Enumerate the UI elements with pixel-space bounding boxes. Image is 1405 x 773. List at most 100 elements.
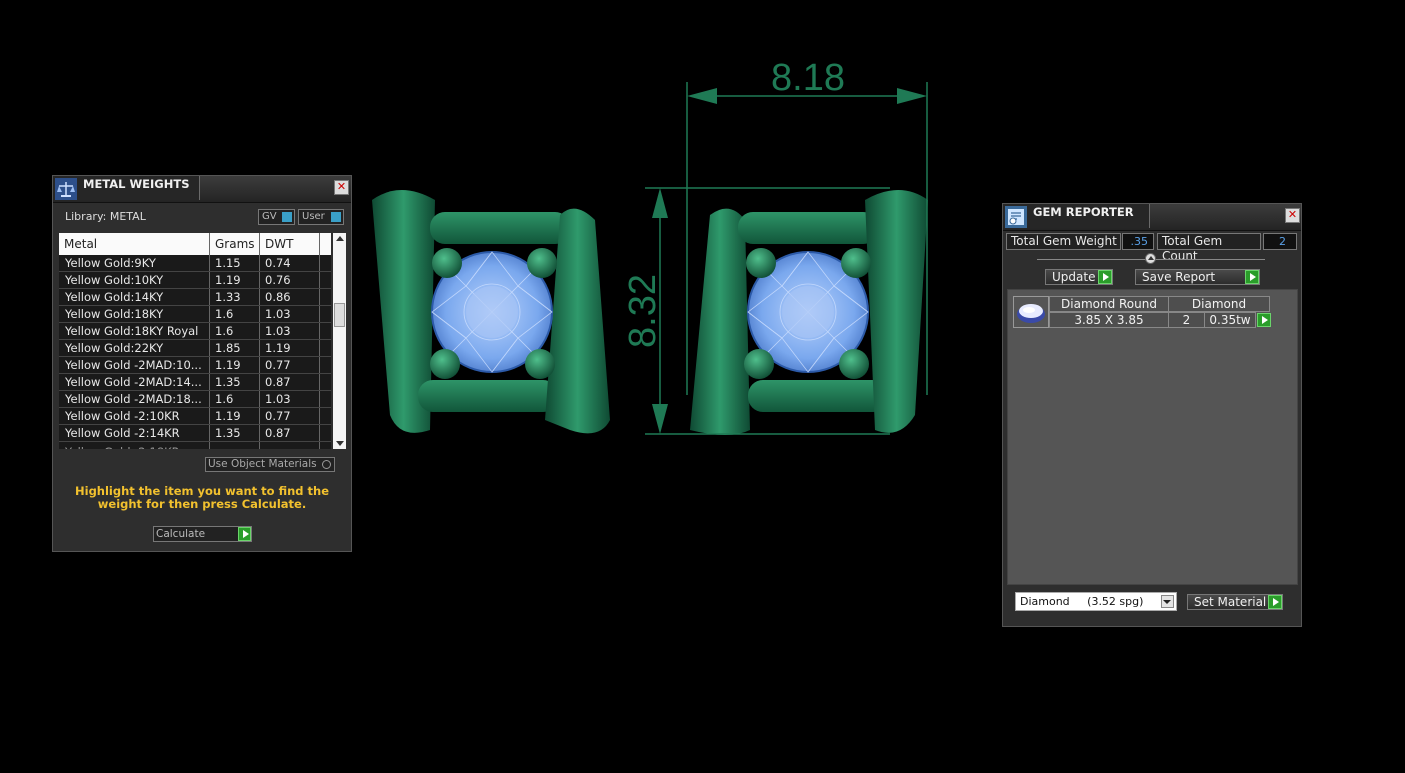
gem-row-play-icon[interactable]	[1257, 313, 1271, 327]
cell-grams: 1.19	[215, 273, 241, 287]
gem-weight-cell[interactable]: 0.35tw	[1204, 312, 1256, 328]
hint-text: Highlight the item you want to find the …	[75, 484, 329, 511]
table-row[interactable]: Yellow Gold -2:10KR 1.19 0.77	[59, 408, 331, 425]
table-row[interactable]: Yellow Gold:18KY 1.6 1.03	[59, 306, 331, 323]
metal-weights-panel: METAL WEIGHTS ✕ Library: METAL GV User M…	[52, 175, 352, 552]
dimension-width-label: 8.18	[771, 57, 845, 99]
scroll-up-icon[interactable]	[336, 236, 344, 241]
table-row[interactable]: Yellow Gold:9KY 1.15 0.74	[59, 255, 331, 272]
cell-grams: 1.15	[215, 256, 241, 270]
toggle-icon	[282, 212, 292, 222]
gem-material-cell[interactable]: Diamond	[1168, 296, 1270, 312]
gem-thumbnail[interactable]	[1013, 296, 1049, 328]
chevron-up-icon	[1148, 256, 1154, 260]
earring-right	[690, 190, 928, 435]
material-select[interactable]: Diamond (3.52 spg)	[1015, 592, 1177, 611]
table-row[interactable]: Yellow Gold -2MAD:18... 1.6 1.03	[59, 391, 331, 408]
use-object-materials-label: Use Object Materials	[208, 458, 317, 470]
cell-metal: Yellow Gold:22KY	[65, 341, 164, 355]
vertical-scrollbar[interactable]	[333, 233, 346, 449]
metal-weights-title: METAL WEIGHTS	[83, 177, 190, 191]
gem-reporter-title: GEM REPORTER	[1033, 205, 1134, 219]
gem-shape-cell[interactable]: Diamond Round	[1049, 296, 1169, 312]
cell-metal: Yellow Gold -2:14KR	[65, 426, 180, 440]
gem-report-icon	[1005, 206, 1027, 228]
metal-weights-tab: METAL WEIGHTS	[53, 176, 200, 200]
cell-grams: 1.6	[215, 392, 234, 406]
gem-list: Diamond Round Diamond 3.85 X 3.85 2 0.35…	[1007, 289, 1298, 585]
cell-grams: 1.6	[215, 307, 234, 321]
library-label: Library: METAL	[65, 210, 146, 223]
cell-dwt: 0.87	[265, 375, 291, 389]
gem-size-cell[interactable]: 3.85 X 3.85	[1049, 312, 1169, 328]
cell-dwt: 0.86	[265, 290, 291, 304]
cad-viewport[interactable]: 8.18 8.32	[360, 50, 960, 470]
update-label: Update	[1052, 270, 1096, 284]
cell-metal: Yellow Gold -2MAD:18...	[65, 392, 202, 406]
cell-metal: Yellow Gold:14KY	[65, 290, 164, 304]
cell-grams: 1.35	[215, 426, 241, 440]
column-header-dwt[interactable]: DWT	[265, 237, 293, 251]
play-icon	[238, 527, 251, 541]
close-icon[interactable]: ✕	[334, 180, 349, 195]
cell-grams: 1.6	[215, 324, 234, 338]
earring-left	[372, 190, 610, 434]
column-header-grams[interactable]: Grams	[215, 237, 255, 251]
cell-dwt: 0.76	[265, 273, 291, 287]
scale-icon	[55, 178, 77, 200]
cell-dwt: 1.03	[265, 307, 291, 321]
metal-table-header: Metal Grams DWT	[59, 233, 331, 255]
cell-grams: 1.19	[215, 358, 241, 372]
round-diamond-icon	[1017, 304, 1045, 323]
cell-dwt: 0.77	[265, 358, 291, 372]
table-row[interactable]: Yellow Gold:22KY 1.85 1.19	[59, 340, 331, 357]
use-object-materials-toggle[interactable]: Use Object Materials	[205, 457, 335, 472]
gem-reporter-tab: GEM REPORTER	[1003, 204, 1150, 228]
play-icon	[1268, 595, 1282, 609]
cell-metal: Yellow Gold:9KY	[65, 256, 156, 270]
table-row[interactable]: Yellow Gold -2:14KR 1.35 0.87	[59, 425, 331, 442]
cell-dwt: 1.19	[265, 341, 291, 355]
table-row-partial: Yellow Gold -2:18KR	[59, 444, 331, 449]
material-select-value: Diamond (3.52 spg)	[1020, 595, 1144, 608]
cell-metal: Yellow Gold -2MAD:10...	[65, 358, 202, 372]
slider-handle[interactable]	[1145, 253, 1156, 264]
table-row[interactable]: Yellow Gold:18KY Royal 1.6 1.03	[59, 323, 331, 340]
calculate-button[interactable]: Calculate	[153, 526, 252, 542]
user-toggle[interactable]: User	[298, 209, 344, 225]
cell-metal: Yellow Gold:18KY	[65, 307, 164, 321]
cell-dwt: 1.03	[265, 392, 291, 406]
total-gem-weight-field[interactable]: .35	[1122, 233, 1154, 250]
gv-toggle[interactable]: GV	[258, 209, 295, 225]
set-material-button[interactable]: Set Material	[1187, 594, 1283, 610]
cell-metal: Yellow Gold -2:10KR	[65, 409, 180, 423]
save-report-button[interactable]: Save Report	[1135, 269, 1260, 285]
play-icon	[1245, 270, 1259, 284]
gem-count-cell[interactable]: 2	[1168, 312, 1205, 328]
cell-grams: 1.19	[215, 409, 241, 423]
gem-reporter-titlebar[interactable]: GEM REPORTER ✕	[1003, 204, 1301, 231]
total-gem-count-field[interactable]: 2	[1263, 233, 1297, 250]
chevron-down-glyph	[1163, 600, 1171, 604]
cell-dwt: 0.87	[265, 426, 291, 440]
gem-reporter-panel: GEM REPORTER ✕ Total Gem Weight .35 Tota…	[1002, 203, 1302, 627]
update-button[interactable]: Update	[1045, 269, 1113, 285]
table-row[interactable]: Yellow Gold:14KY 1.33 0.86	[59, 289, 331, 306]
metal-weights-titlebar[interactable]: METAL WEIGHTS ✕	[53, 176, 351, 203]
gv-label: GV	[262, 211, 277, 222]
play-icon	[1098, 270, 1112, 284]
scroll-thumb[interactable]	[334, 303, 345, 327]
set-material-label: Set Material	[1194, 595, 1267, 609]
scroll-down-icon[interactable]	[336, 441, 344, 446]
table-row[interactable]: Yellow Gold -2MAD:10... 1.19 0.77	[59, 357, 331, 374]
cell-dwt: 0.74	[265, 256, 291, 270]
cell-metal: Yellow Gold:10KY	[65, 273, 164, 287]
dimension-height-label: 8.32	[622, 274, 664, 348]
table-row[interactable]: Yellow Gold -2MAD:14... 1.35 0.87	[59, 374, 331, 391]
column-header-metal[interactable]: Metal	[64, 237, 97, 251]
user-label: User	[302, 211, 325, 222]
metal-table: Metal Grams DWT Yellow Gold:9KY 1.15 0.74 Y…	[59, 233, 331, 449]
close-icon[interactable]: ✕	[1285, 208, 1300, 223]
table-row[interactable]: Yellow Gold:10KY 1.19 0.76	[59, 272, 331, 289]
cell-grams: 1.33	[215, 290, 241, 304]
